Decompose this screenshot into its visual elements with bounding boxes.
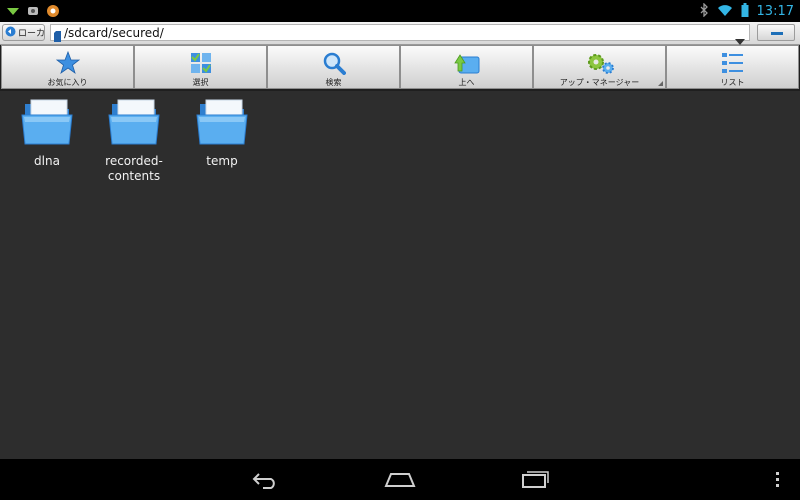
folder-name: dlna [34, 154, 60, 168]
sdcard-icon [54, 27, 61, 46]
file-grid: dlna recorded- contents temp [0, 92, 800, 459]
media-notification-icon[interactable] [46, 3, 60, 22]
select-grid-icon [190, 50, 212, 76]
menu-overflow-icon[interactable] [776, 472, 780, 492]
star-icon [55, 50, 80, 76]
location-icon [5, 26, 16, 40]
submenu-indicator-icon [658, 81, 663, 86]
folder-icon [106, 98, 162, 148]
up-folder-icon [453, 50, 481, 76]
folder-item-recorded-contents[interactable]: recorded- contents [94, 98, 174, 184]
battery-icon [741, 2, 749, 21]
folder-name: temp [206, 154, 238, 168]
home-icon[interactable] [384, 471, 416, 491]
list-view-button[interactable]: リスト [666, 45, 799, 89]
up-button[interactable]: 上へ [400, 45, 533, 89]
address-bar: ローカ /sdcard/secured/ [0, 22, 800, 45]
select-label: 選択 [192, 78, 209, 87]
path-input[interactable]: /sdcard/secured/ [50, 24, 750, 45]
wifi-icon [717, 2, 733, 21]
folder-icon [194, 98, 250, 148]
bluetooth-icon [699, 2, 709, 21]
status-bar: 13:17 [0, 0, 800, 22]
select-button[interactable]: 選択 [134, 45, 267, 89]
list-view-label: リスト [720, 78, 745, 87]
up-label: 上へ [458, 78, 475, 87]
folder-item-dlna[interactable]: dlna [7, 98, 87, 169]
recent-apps-icon[interactable] [521, 469, 551, 493]
clock: 13:17 [756, 4, 794, 19]
path-text: /sdcard/secured/ [64, 26, 164, 40]
app-notification-icon[interactable] [26, 3, 40, 22]
magnifier-icon [322, 50, 346, 76]
location-label: ローカ [18, 29, 45, 39]
list-icon [721, 50, 745, 76]
toolbar: お気に入り 選択 検索 上へ アップ・マネージャー リスト [0, 45, 800, 91]
location-button[interactable]: ローカ [2, 24, 45, 41]
favorites-button[interactable]: お気に入り [1, 45, 134, 89]
collapse-button[interactable] [757, 24, 795, 41]
folder-name: recorded- contents [105, 154, 163, 183]
search-button[interactable]: 検索 [267, 45, 400, 89]
gears-icon [584, 50, 616, 76]
search-label: 検索 [325, 78, 342, 87]
minus-icon [771, 32, 783, 35]
download-notification-icon[interactable] [6, 3, 20, 22]
back-icon[interactable] [251, 471, 279, 493]
navigation-bar [0, 459, 800, 500]
app-manager-label: アップ・マネージャー [559, 78, 640, 87]
favorites-label: お気に入り [47, 78, 88, 87]
folder-icon [19, 98, 75, 148]
folder-item-temp[interactable]: temp [182, 98, 262, 169]
app-manager-button[interactable]: アップ・マネージャー [533, 45, 666, 89]
